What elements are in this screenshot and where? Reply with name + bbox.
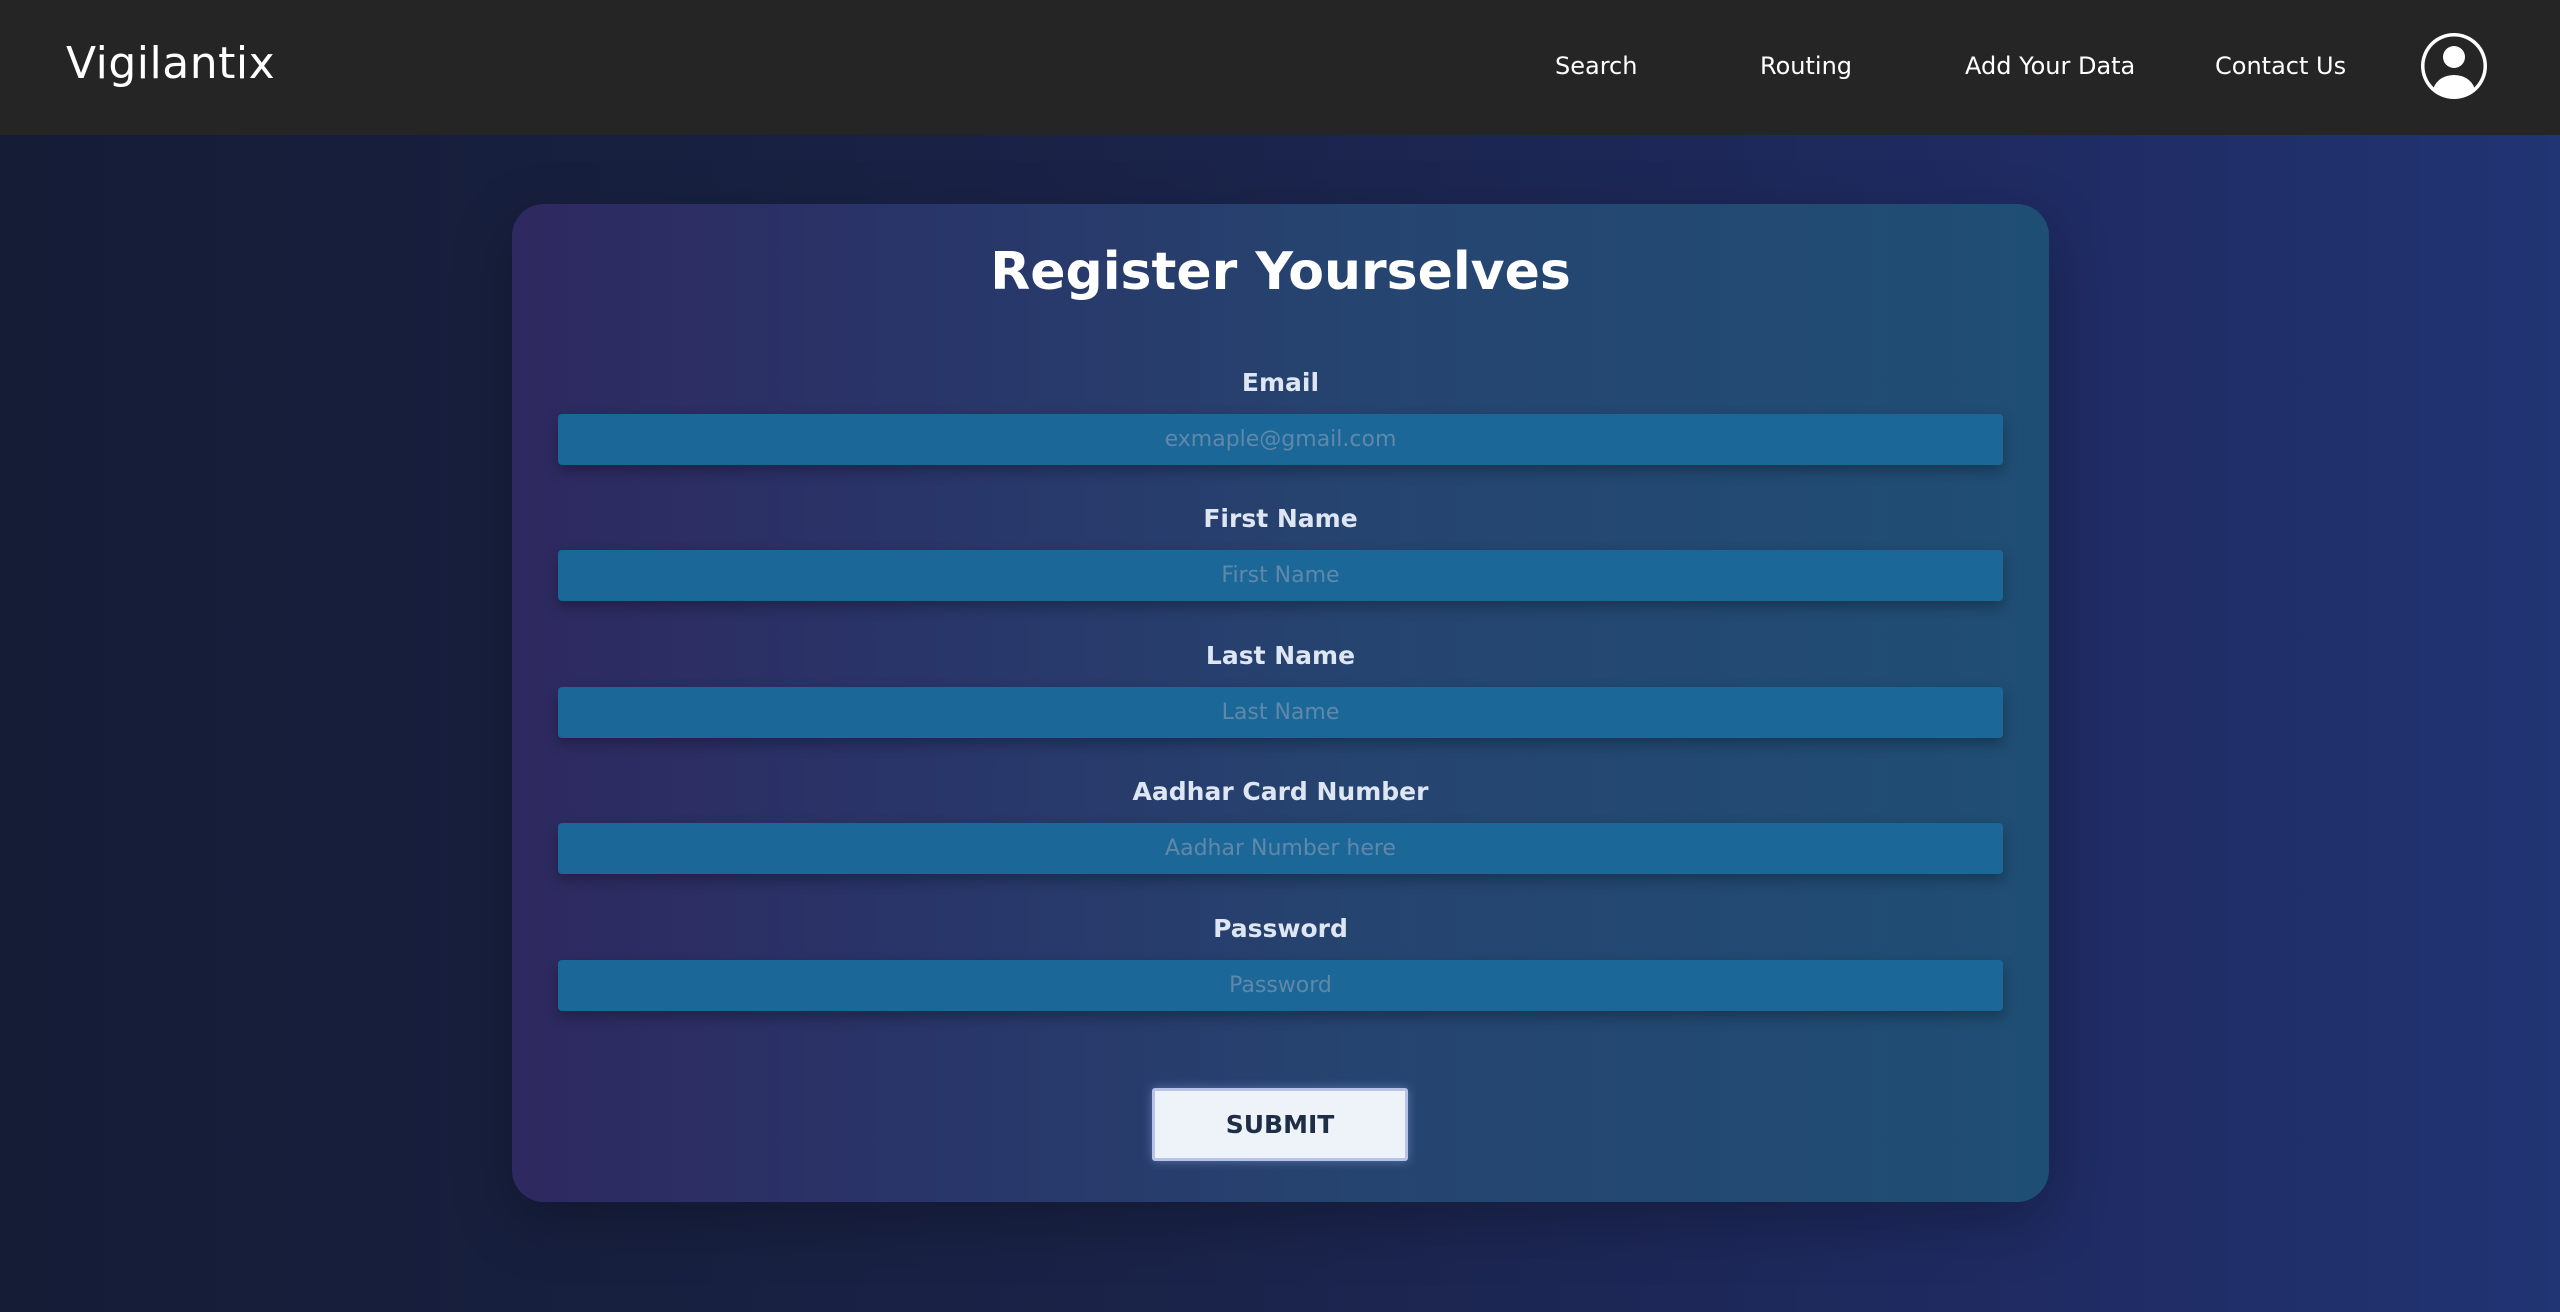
password-input[interactable] <box>558 960 2003 1011</box>
top-navbar: Vigilantix Search Routing Add Your Data … <box>0 0 2560 135</box>
nav-link-routing[interactable]: Routing <box>1760 52 1852 80</box>
nav-link-contact-us[interactable]: Contact Us <box>2215 52 2346 80</box>
user-circle-icon[interactable] <box>2418 30 2490 102</box>
email-input[interactable] <box>558 414 2003 465</box>
brand-logo[interactable]: Vigilantix <box>66 38 275 89</box>
last-name-input[interactable] <box>558 687 2003 738</box>
aadhar-label: Aadhar Card Number <box>1132 777 1429 806</box>
register-card: Register Yourselves Email First Name Las… <box>512 204 2049 1202</box>
last-name-label: Last Name <box>1205 641 1356 670</box>
nav-link-search[interactable]: Search <box>1555 52 1637 80</box>
email-label: Email <box>1241 368 1320 397</box>
form-title: Register Yourselves <box>990 242 1571 302</box>
aadhar-input[interactable] <box>558 823 2003 874</box>
user-avatar-graphic <box>2421 33 2487 99</box>
password-label: Password <box>1213 914 1348 943</box>
submit-button[interactable]: SUBMIT <box>1152 1088 1408 1161</box>
first-name-label: First Name <box>1203 504 1358 533</box>
nav-link-add-your-data[interactable]: Add Your Data <box>1965 52 2135 80</box>
first-name-input[interactable] <box>558 550 2003 601</box>
